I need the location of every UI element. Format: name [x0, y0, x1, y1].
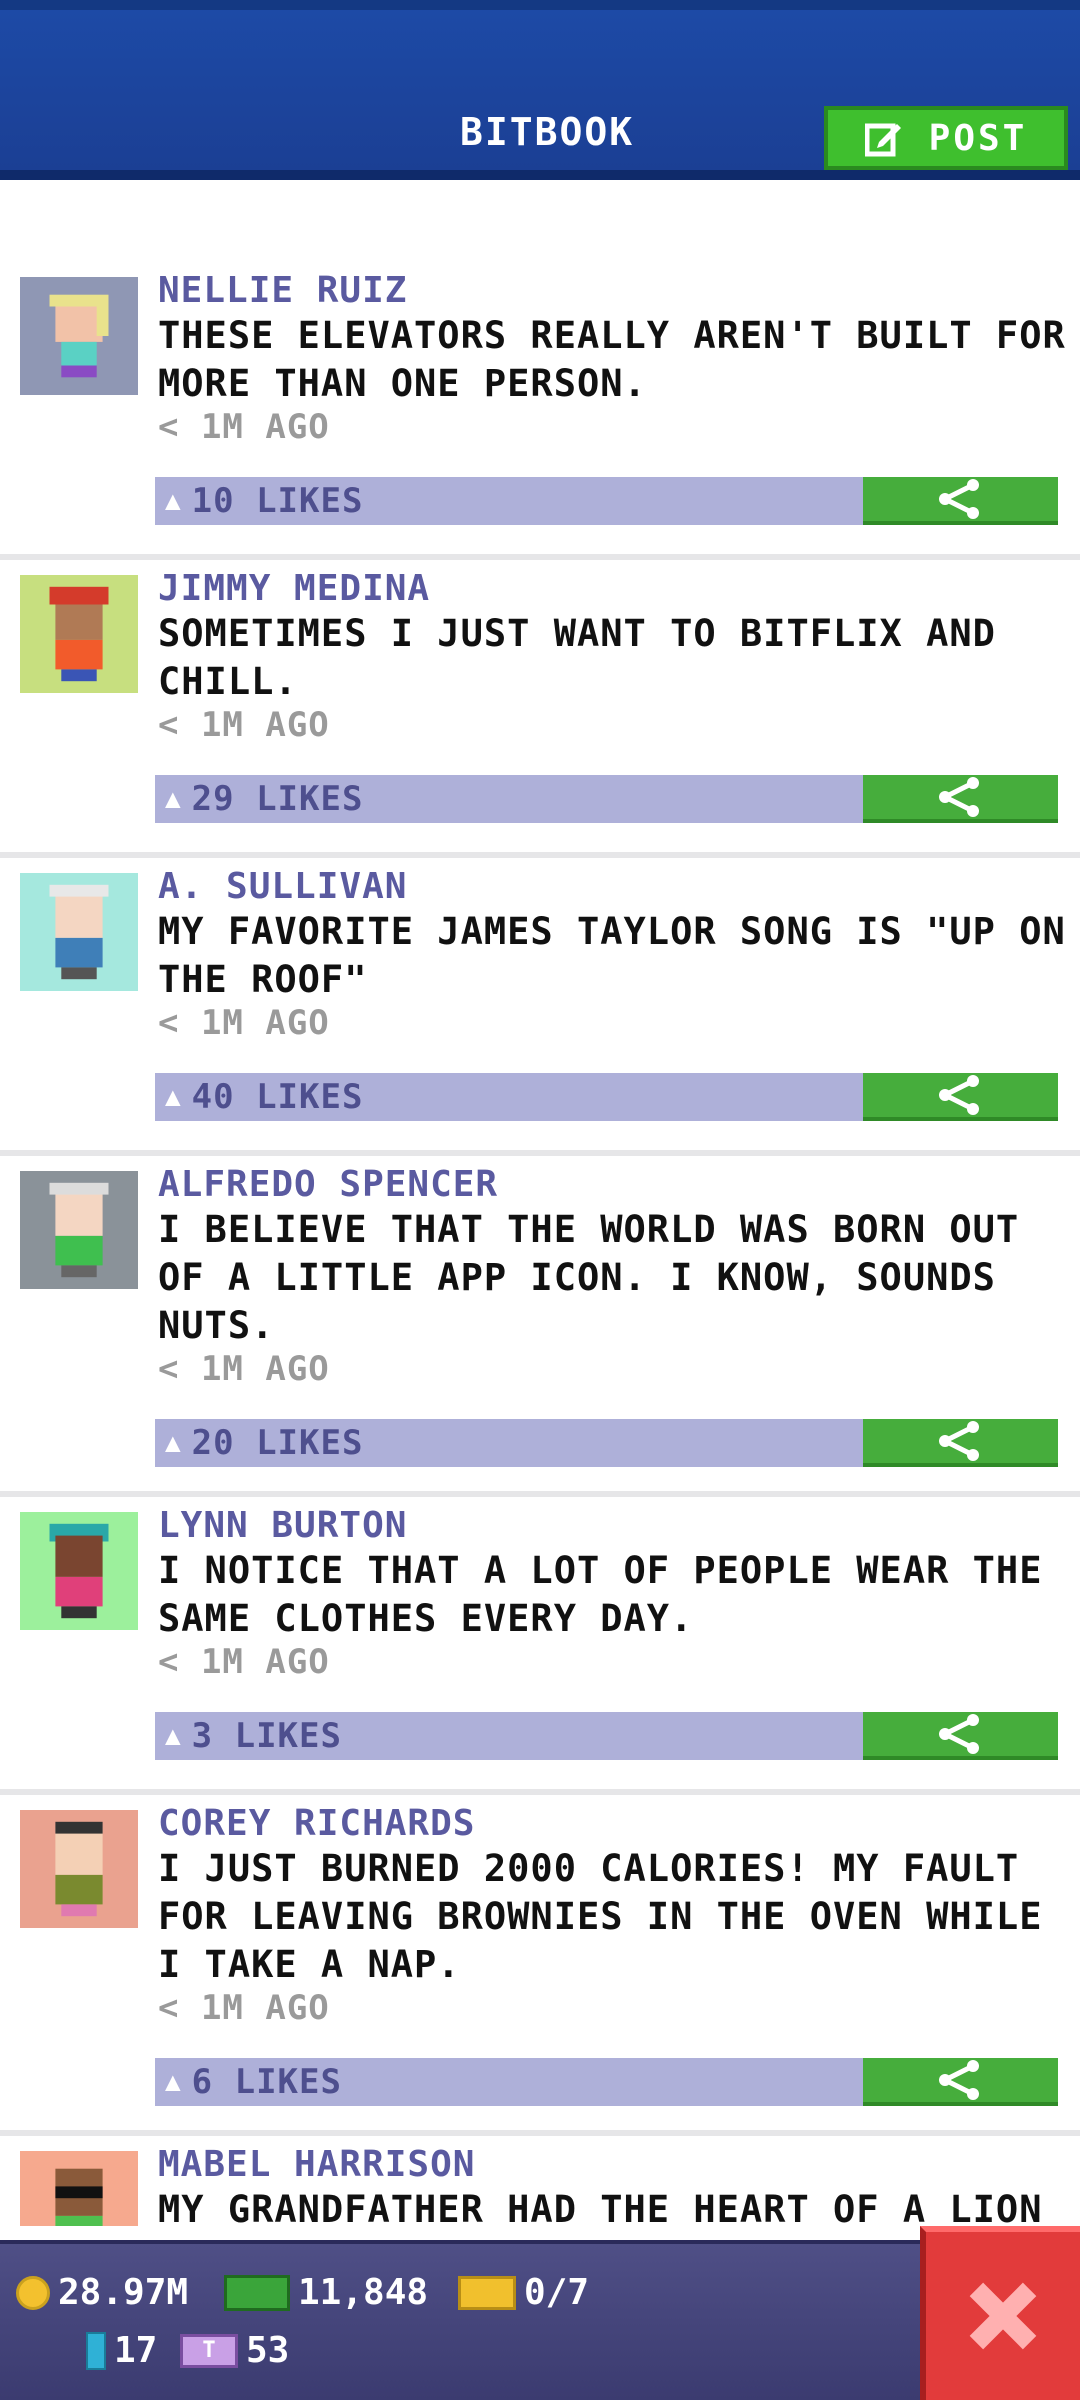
avatar [20, 575, 138, 693]
like-count: 3 LIKES [191, 1716, 342, 1756]
post-time: < 1M AGO [158, 1003, 330, 1043]
cash-stat: 11,848 [224, 2272, 428, 2313]
thumbs-up-icon: ▲ [165, 1082, 182, 1112]
share-icon [938, 479, 979, 519]
post-text: I NOTICE THAT A LOT OF PEOPLE WEAR THE S… [158, 1549, 1043, 1640]
avatar [20, 277, 138, 395]
coins-value: 28.97M [58, 2272, 189, 2313]
feed-post: NELLIE RUIZ THESE ELEVATORS REALLY AREN'… [0, 262, 1080, 560]
post-author[interactable]: MABEL HARRISON [158, 2144, 475, 2185]
feed-post: ALFREDO SPENCER I BELIEVE THAT THE WORLD… [0, 1156, 1080, 1497]
post-text: MY FAVORITE JAMES TAYLOR SONG IS "UP ON … [158, 910, 1066, 1001]
like-count: 29 LIKES [191, 779, 364, 819]
share-icon [938, 777, 979, 817]
tickets-stat: 0/7 [458, 2272, 589, 2313]
share-button[interactable] [863, 477, 1058, 525]
share-icon [938, 1075, 979, 1115]
avatar [20, 1810, 138, 1928]
post-author[interactable]: NELLIE RUIZ [158, 270, 407, 311]
like-count: 10 LIKES [191, 481, 364, 521]
app-header: BITBOOK POST [0, 0, 1080, 180]
ticket-icon [458, 2275, 516, 2310]
cash-icon [224, 2274, 290, 2311]
header-divider [0, 170, 1080, 180]
thumbs-up-icon: ▲ [165, 784, 182, 814]
tbucks-value: 53 [246, 2330, 290, 2371]
feed-post: COREY RICHARDS I JUST BURNED 2000 CALORI… [0, 1795, 1080, 2136]
post-text: THESE ELEVATORS REALLY AREN'T BUILT FOR … [158, 314, 1066, 405]
share-icon [938, 2060, 979, 2100]
like-count: 40 LIKES [191, 1077, 364, 1117]
post-time: < 1M AGO [158, 705, 330, 745]
feed-post: JIMMY MEDINA SOMETIMES I JUST WANT TO BI… [0, 560, 1080, 858]
close-button[interactable] [920, 2226, 1080, 2400]
battery-value: 17 [114, 2330, 158, 2371]
thumbs-up-icon: ▲ [165, 2067, 182, 2097]
like-button[interactable]: ▲ 20 LIKES [155, 1419, 863, 1467]
share-button[interactable] [863, 1419, 1058, 1467]
status-bar: 28.97M 11,848 0/7 17 T 53 [0, 2240, 1080, 2400]
post-time: < 1M AGO [158, 407, 330, 447]
share-button[interactable] [863, 775, 1058, 823]
avatar [20, 873, 138, 991]
coins-stat: 28.97M [16, 2272, 188, 2313]
post-time: < 1M AGO [158, 1988, 330, 2028]
post-time: < 1M AGO [158, 1642, 330, 1682]
cash-value: 11,848 [298, 2272, 429, 2313]
thumbs-up-icon: ▲ [165, 1428, 182, 1458]
share-button[interactable] [863, 2058, 1058, 2106]
post-author[interactable]: ALFREDO SPENCER [158, 1164, 498, 1205]
tickets-value: 0/7 [524, 2272, 590, 2313]
share-button[interactable] [863, 1712, 1058, 1760]
battery-icon [86, 2331, 106, 2370]
avatar [20, 1512, 138, 1630]
page-title: BITBOOK [460, 110, 635, 154]
post-author[interactable]: JIMMY MEDINA [158, 568, 430, 609]
share-icon [938, 1421, 979, 1461]
post-button[interactable]: POST [824, 106, 1068, 170]
like-button[interactable]: ▲ 10 LIKES [155, 477, 863, 525]
coin-icon [16, 2275, 50, 2310]
post-text: SOMETIMES I JUST WANT TO BITFLIX AND CHI… [158, 612, 996, 703]
post-text: I BELIEVE THAT THE WORLD WAS BORN OUT OF… [158, 1208, 1020, 1347]
post-author[interactable]: LYNN BURTON [158, 1505, 407, 1546]
thumbs-up-icon: ▲ [165, 486, 182, 516]
thumbs-up-icon: ▲ [165, 1721, 182, 1751]
post-time: < 1M AGO [158, 1349, 330, 1389]
feed-post: LYNN BURTON I NOTICE THAT A LOT OF PEOPL… [0, 1497, 1080, 1795]
post-author[interactable]: COREY RICHARDS [158, 1803, 475, 1844]
post-button-label: POST [928, 117, 1028, 159]
like-count: 6 LIKES [191, 2062, 342, 2102]
tbucks-stat: T 53 [180, 2330, 289, 2371]
bitbook-feed: NELLIE RUIZ THESE ELEVATORS REALLY AREN'… [0, 262, 1080, 2342]
like-button[interactable]: ▲ 3 LIKES [155, 1712, 863, 1760]
like-button[interactable]: ▲ 6 LIKES [155, 2058, 863, 2106]
like-count: 20 LIKES [191, 1423, 364, 1463]
share-icon [938, 1714, 979, 1754]
share-button[interactable] [863, 1073, 1058, 1121]
avatar [20, 1171, 138, 1289]
post-text: I JUST BURNED 2000 CALORIES! MY FAULT FO… [158, 1847, 1043, 1986]
tbucks-icon: T [180, 2333, 238, 2368]
like-button[interactable]: ▲ 40 LIKES [155, 1073, 863, 1121]
edit-icon [864, 123, 901, 157]
like-button[interactable]: ▲ 29 LIKES [155, 775, 863, 823]
feed-post: A. SULLIVAN MY FAVORITE JAMES TAYLOR SON… [0, 858, 1080, 1156]
close-icon [969, 2282, 1037, 2350]
battery-stat: 17 [86, 2330, 157, 2371]
post-author[interactable]: A. SULLIVAN [158, 866, 407, 907]
feed-mask [0, 2226, 920, 2240]
